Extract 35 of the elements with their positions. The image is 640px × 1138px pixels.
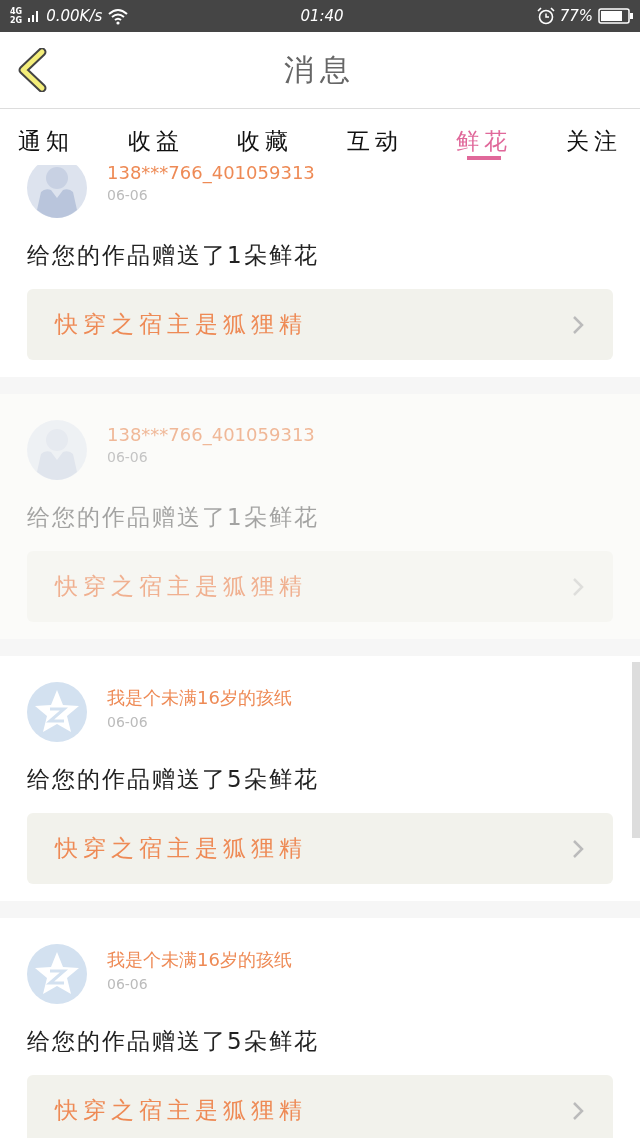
network-speed: 0.00K/s <box>46 7 103 25</box>
message-text: 给您的作品赠送了5朵鲜花 <box>27 1027 320 1056</box>
chevron-icon <box>571 1099 585 1122</box>
message-date: 06-06 <box>107 187 149 203</box>
user-name: 我是个未满16岁的孩纸 <box>107 686 292 710</box>
alarm-icon <box>536 7 555 25</box>
chevron-icon <box>571 313 585 336</box>
tab[interactable]: 收藏 <box>229 109 302 165</box>
clock-time: 01:40 <box>300 7 344 25</box>
tab[interactable]: 通知 <box>10 109 82 165</box>
page-title: 消息 <box>284 50 356 89</box>
message-text: 给您的作品赠送了5朵鲜花 <box>27 765 320 794</box>
user-name: 我是个未满16岁的孩纸 <box>107 948 292 972</box>
user-name: 138***766_401059313 <box>107 165 315 183</box>
avatar-icon <box>27 165 87 218</box>
tab[interactable]: 互动 <box>338 109 411 165</box>
user-name: 138***766_401059313 <box>107 424 315 445</box>
chevron-icon <box>571 575 585 598</box>
avatar-icon <box>27 682 87 742</box>
battery-icon <box>598 7 634 25</box>
message-date: 06-06 <box>107 976 149 992</box>
message-date: 06-06 <box>107 714 149 730</box>
battery-percent: 77% <box>559 7 593 25</box>
tab[interactable]: 收益 <box>119 109 192 165</box>
back-icon <box>16 48 48 92</box>
avatar-icon <box>27 944 87 1004</box>
wifi-icon <box>107 7 130 25</box>
avatar-icon <box>27 420 87 480</box>
chevron-icon <box>571 837 585 860</box>
network-label: 2G <box>10 16 23 25</box>
network-label: 4G <box>10 7 23 16</box>
message-text: 给您的作品赠送了1朵鲜花 <box>27 241 320 270</box>
message-text: 给您的作品赠送了1朵鲜花 <box>27 503 320 532</box>
tab[interactable]: 关注 <box>557 109 630 165</box>
back-button[interactable] <box>16 48 48 92</box>
